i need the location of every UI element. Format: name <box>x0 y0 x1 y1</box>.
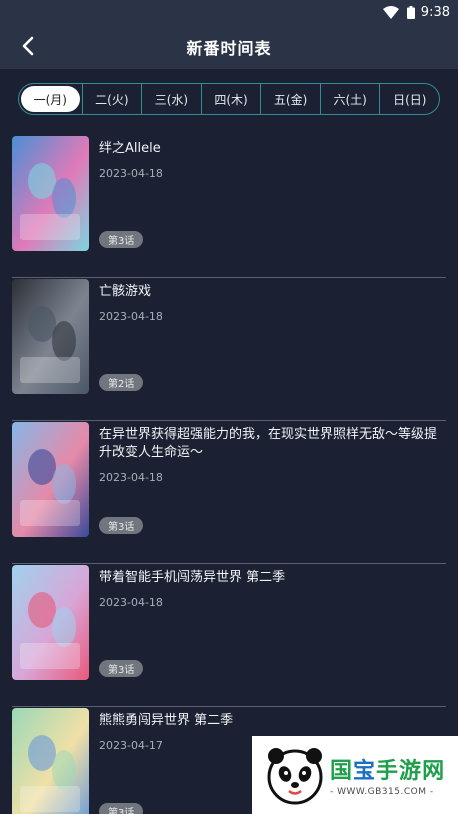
episode-badge: 第3话 <box>99 660 144 677</box>
status-bar: 9:38 <box>0 0 458 24</box>
air-date: 2023-04-18 <box>99 596 163 609</box>
episode-badge: 第3话 <box>99 803 144 814</box>
list-item[interactable]: 绊之Allele 2023-04-18 第3话 <box>12 135 446 278</box>
poster-image <box>12 279 89 394</box>
page-title: 新番时间表 <box>186 38 272 58</box>
status-time: 9:38 <box>420 4 450 20</box>
list-item[interactable]: 亡骸游戏 2023-04-18 第2话 <box>12 278 446 421</box>
weekday-tabs: 一(月) 二(火) 三(水) 四(木) 五(金) 六(土) 日(日) <box>18 83 440 115</box>
watermark-brand: 国宝手游网 <box>330 759 446 784</box>
tab-weekday-1[interactable]: 一(月) <box>21 86 80 112</box>
list-item[interactable]: 带着智能手机闯荡异世界 第二季 2023-04-18 第3话 <box>12 564 446 707</box>
anime-title: 带着智能手机闯荡异世界 第二季 <box>99 570 286 585</box>
episode-badge: 第3话 <box>99 517 144 534</box>
anime-title: 绊之Allele <box>99 141 161 156</box>
poster-image <box>12 136 89 251</box>
back-button[interactable] <box>14 32 42 60</box>
tab-weekday-7[interactable]: 日(日) <box>379 84 439 114</box>
air-date: 2023-04-18 <box>99 471 163 484</box>
tab-weekday-3[interactable]: 三(水) <box>141 84 201 114</box>
episode-badge: 第3话 <box>99 231 144 248</box>
chevron-left-icon <box>22 36 34 56</box>
air-date: 2023-04-18 <box>99 310 163 323</box>
anime-title: 在异世界获得超强能力的我，在现实世界照样无敌～等级提升改变人生命运～ <box>99 427 438 460</box>
tab-weekday-4[interactable]: 四(木) <box>200 84 261 114</box>
watermark: 国宝手游网 - WWW.GB315.COM - <box>252 736 458 814</box>
tab-weekday-5[interactable]: 五(金) <box>260 84 320 114</box>
battery-icon <box>406 5 415 19</box>
poster-image <box>12 708 89 814</box>
schedule-list: 绊之Allele 2023-04-18 第3话 亡骸游戏 2023-04-18 第2话 在异… <box>0 135 458 814</box>
anime-title: 熊熊勇闯异世界 第二季 <box>99 713 234 728</box>
air-date: 2023-04-18 <box>99 167 163 180</box>
wifi-icon <box>382 5 399 19</box>
app-bar: 新番时间表 <box>0 24 458 69</box>
tab-weekday-6[interactable]: 六(土) <box>319 84 380 114</box>
episode-badge: 第2话 <box>99 374 144 391</box>
tab-weekday-2[interactable]: 二(火) <box>81 84 142 114</box>
anime-title: 亡骸游戏 <box>99 284 152 299</box>
list-item[interactable]: 在异世界获得超强能力的我，在现实世界照样无敌～等级提升改变人生命运～ 2023-0… <box>12 421 446 564</box>
panda-logo-icon <box>267 748 323 805</box>
poster-image <box>12 422 89 537</box>
watermark-url: - WWW.GB315.COM - <box>330 787 434 797</box>
weekday-tabs-container: 一(月) 二(火) 三(水) 四(木) 五(金) 六(土) 日(日) <box>0 69 458 119</box>
poster-image <box>12 565 89 680</box>
